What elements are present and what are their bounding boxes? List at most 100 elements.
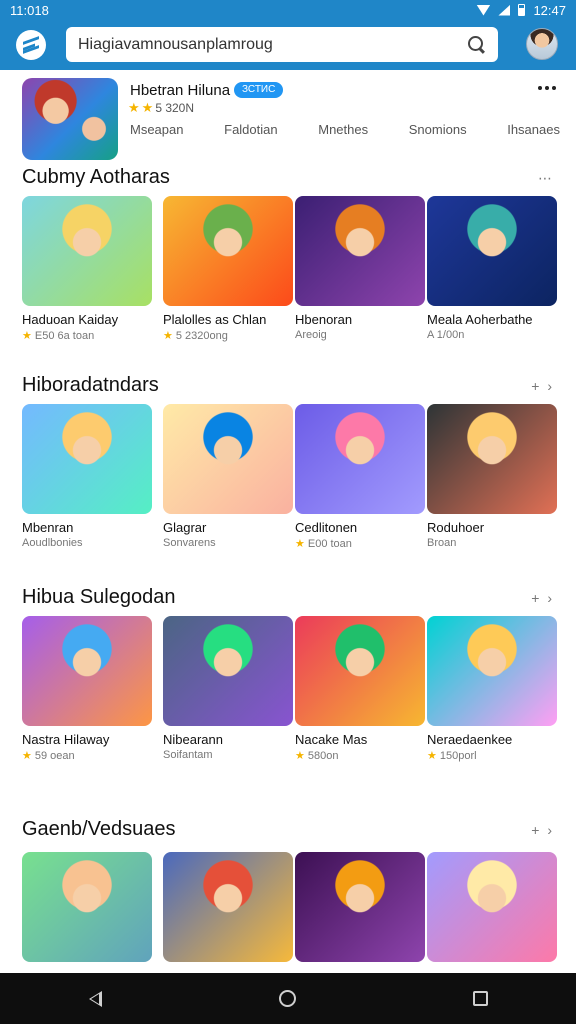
app-card-image[interactable]	[295, 404, 425, 514]
app-card-image[interactable]	[427, 852, 557, 962]
recents-icon[interactable]	[472, 991, 488, 1006]
app-card-image[interactable]	[163, 616, 293, 726]
app-card[interactable]: Nacake Mas ★ 580on	[295, 616, 425, 762]
star-icon: ★	[295, 750, 305, 762]
featured-rating-text: 5 320N	[155, 101, 195, 115]
featured-tab[interactable]: Ihsanaes	[507, 122, 560, 137]
featured-tab[interactable]: Mnethes	[318, 122, 368, 137]
app-card[interactable]	[163, 852, 293, 962]
search-bar[interactable]: Hiagiavamnousanplamroug	[66, 27, 498, 62]
star-icon: ★	[427, 750, 437, 762]
app-card-title: Glagrar	[163, 520, 207, 535]
app-card-image[interactable]	[22, 616, 152, 726]
signal-icon	[498, 4, 511, 16]
featured-tab[interactable]: Snomions	[409, 122, 467, 137]
section-title: Gaenb/Vedsuaes	[22, 818, 176, 840]
featured-app-title: Hbetran Hiluna	[130, 82, 231, 99]
app-card-image[interactable]	[22, 852, 152, 962]
app-card-meta: ★ 580on	[295, 749, 339, 763]
star-icon: ★	[128, 100, 140, 115]
status-icons: 12:47	[476, 3, 566, 18]
section-more-button[interactable]: + ›	[531, 822, 554, 838]
section-more-button[interactable]: + ›	[531, 378, 554, 394]
featured-tabs: Mseapan Faldotian Mnethes Snomions Ihsan…	[130, 122, 560, 137]
app-card-title: Hbenoran	[295, 312, 353, 327]
card-row: Mbenran ★Aoudlbonies Glagrar ★Sonvarens Ce…	[22, 404, 557, 554]
more-icon[interactable]	[538, 86, 556, 92]
app-card-title: Plalolles as Chlan	[163, 312, 267, 327]
app-card-meta: ★ 59 oean	[22, 749, 75, 763]
app-card-image[interactable]	[427, 616, 557, 726]
app-card-meta: ★ E50 6a toan	[22, 329, 95, 343]
app-card[interactable]: Meala Aoherbathe ★A 1/00n	[427, 196, 557, 341]
card-row: Haduoan Kaiday ★ E50 6a toan Plalolles as …	[22, 196, 557, 346]
app-card-image[interactable]	[295, 196, 425, 306]
app-card-image[interactable]	[295, 616, 425, 726]
star-icon: ★	[22, 750, 32, 762]
app-card-title: Nastra Hilaway	[22, 732, 110, 747]
battery-icon	[518, 4, 526, 16]
featured-badge: ЗСТИС	[234, 82, 284, 98]
featured-app[interactable]: Hbetran Hiluna ЗСТИС ★ ★ 5 320N Mseapan …	[22, 78, 562, 162]
app-card-image[interactable]	[163, 852, 293, 962]
app-card-meta: ★ E00 toan	[295, 537, 352, 551]
app-card-image[interactable]	[163, 196, 293, 306]
wifi-icon	[476, 4, 491, 16]
app-card-title: Meala Aoherbathe	[427, 312, 533, 327]
app-card[interactable]: Glagrar ★Sonvarens	[163, 404, 293, 549]
app-card-title: Neraedaenkee	[427, 732, 513, 747]
app-card-meta: ★Aoudlbonies	[22, 537, 83, 549]
status-bar: 11:018 12:47	[0, 0, 576, 20]
app-card-title: Cedlitonen	[295, 520, 358, 535]
featured-tab[interactable]: Faldotian	[224, 122, 277, 137]
featured-tab[interactable]: Mseapan	[130, 122, 183, 137]
app-card[interactable]: Mbenran ★Aoudlbonies	[22, 404, 152, 549]
app-card-meta: ★ 150porl	[427, 749, 477, 763]
app-card-image[interactable]	[22, 196, 152, 306]
search-icon[interactable]	[468, 35, 486, 54]
app-header: Hiagiavamnousanplamroug	[0, 20, 576, 70]
app-card[interactable]: Cedlitonen ★ E00 toan	[295, 404, 425, 550]
app-card-image[interactable]	[427, 404, 557, 514]
avatar[interactable]	[526, 28, 558, 60]
app-card-title: Roduhoer	[427, 520, 485, 535]
app-card-title: Mbenran	[22, 520, 74, 535]
app-card[interactable]: Nibearann ★Soifantam	[163, 616, 293, 761]
app-card[interactable]: Plalolles as Chlan ★ 5 2320ong	[163, 196, 293, 342]
star-icon: ★	[22, 330, 32, 342]
app-logo-icon[interactable]	[16, 30, 46, 60]
system-nav-bar	[0, 973, 576, 1024]
app-card-meta: ★ 5 2320ong	[163, 329, 228, 343]
section-more-button[interactable]: ⋯	[538, 170, 554, 187]
app-card-meta: ★A 1/00n	[427, 329, 465, 341]
home-icon[interactable]	[278, 990, 296, 1007]
section-title: Hiboradatndars	[22, 374, 159, 396]
card-row: Nastra Hilaway ★59 oean Nibearann ★Soifant…	[22, 616, 557, 766]
status-time: 11:018	[10, 2, 49, 18]
app-card[interactable]: Roduhoer ★Broan	[427, 404, 557, 549]
back-icon[interactable]	[88, 990, 102, 1007]
app-card[interactable]: Haduoan Kaiday ★ E50 6a toan	[22, 196, 152, 342]
status-clock: 12:47	[533, 2, 566, 18]
app-card[interactable]: Nastra Hilaway ★ 59 oean	[22, 616, 152, 762]
star-icon: ★	[163, 330, 173, 342]
app-card-image[interactable]	[163, 404, 293, 514]
app-card-meta: ★Soifantam	[163, 749, 213, 761]
app-card-image[interactable]	[427, 196, 557, 306]
app-card-image[interactable]	[295, 852, 425, 962]
app-card-title: Nacake Mas	[295, 732, 368, 747]
featured-rating: ★ ★ 5 320N	[128, 100, 194, 116]
section-title: Hibua Sulegodan	[22, 586, 176, 608]
search-input[interactable]: Hiagiavamnousanplamroug	[78, 36, 468, 54]
app-card-image[interactable]	[22, 404, 152, 514]
app-card[interactable]: Neraedaenkee ★ 150porl	[427, 616, 557, 762]
app-card[interactable]	[22, 852, 152, 962]
app-card-meta: ★Broan	[427, 537, 457, 549]
featured-app-icon[interactable]	[22, 78, 118, 160]
app-card[interactable]: Hbenoran ★Areoig	[295, 196, 425, 341]
section-title: Cubmy Aotharas	[22, 166, 170, 188]
section-more-button[interactable]: + ›	[531, 590, 554, 606]
star-icon: ★	[295, 538, 305, 550]
app-card[interactable]	[427, 852, 557, 962]
app-card[interactable]	[295, 852, 425, 962]
